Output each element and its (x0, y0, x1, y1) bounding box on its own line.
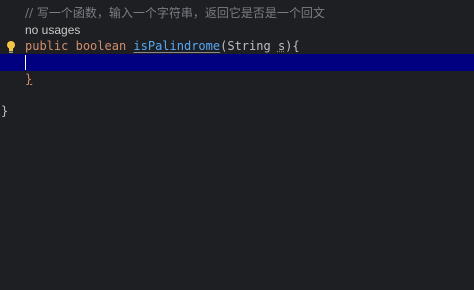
method-name[interactable]: isPalindrome (133, 39, 220, 53)
param-type: String (227, 39, 271, 53)
class-close-brace: } (1, 104, 9, 118)
text-caret (25, 55, 26, 70)
signature-tail: ){ (285, 39, 300, 53)
method-close-line[interactable]: } (0, 70, 474, 88)
code-comment: // 写一个函数，输入一个字符串，返回它是否是一个回文 (25, 6, 325, 20)
modifier-keyword: public (25, 39, 69, 53)
return-type-keyword: boolean (75, 39, 127, 53)
method-close-brace: } (25, 72, 33, 86)
current-line-highlight (0, 54, 474, 71)
method-signature-line[interactable]: public boolean isPalindrome(String s){ (0, 37, 474, 55)
class-close-line[interactable]: } (0, 102, 474, 120)
comment-line[interactable]: // 写一个函数，输入一个字符串，返回它是否是一个回文 (0, 4, 474, 22)
code-editor[interactable]: // 写一个函数，输入一个字符串，返回它是否是一个回文 no usages pu… (0, 0, 474, 290)
method-signature: public boolean isPalindrome(String s){ (25, 37, 300, 55)
